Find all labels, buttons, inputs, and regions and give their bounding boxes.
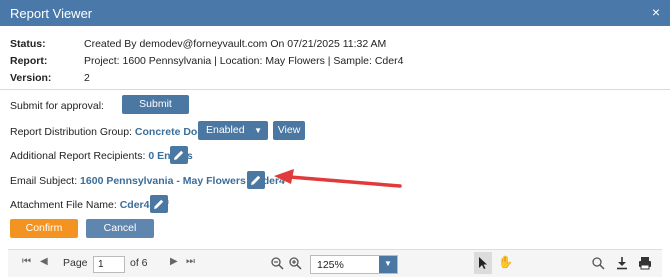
window-titlebar: Report Viewer × [0, 0, 670, 26]
status-label: Status: [10, 38, 46, 50]
pencil-icon [251, 175, 261, 185]
edit-attachment-button[interactable] [150, 195, 168, 213]
submit-button[interactable]: Submit [122, 95, 189, 114]
pencil-icon [174, 150, 184, 160]
pan-hand-icon[interactable]: ✋ [498, 255, 513, 269]
page-total: of 6 [130, 257, 148, 269]
version-value: 2 [84, 72, 90, 84]
report-value: Project: 1600 Pennsylvania | Location: M… [84, 55, 404, 67]
download-icon[interactable] [616, 256, 628, 270]
recipients-label: Additional Report Recipients: [10, 150, 146, 162]
caret-down-icon: ▼ [384, 259, 392, 268]
status-row: Status: Created By demodev@forneyvault.c… [10, 38, 410, 52]
print-icon[interactable] [638, 256, 652, 270]
recipients-row: Additional Report Recipients: 0 Entries [10, 150, 193, 162]
status-value: Created By demodev@forneyvault.com On 07… [84, 38, 387, 50]
page-label: Page [63, 257, 88, 269]
edit-recipients-button[interactable] [170, 146, 188, 164]
attachment-label: Attachment File Name: [10, 199, 117, 211]
caret-down-icon: ▼ [254, 126, 262, 135]
confirm-button[interactable]: Confirm [10, 219, 78, 238]
zoom-in-icon[interactable] [289, 257, 302, 270]
window-title: Report Viewer [10, 6, 93, 21]
version-row: Version: 2 [10, 72, 210, 86]
zoom-dropdown-button[interactable]: ▼ [379, 256, 397, 273]
select-pointer-icon[interactable] [474, 252, 492, 274]
email-subject-row: Email Subject: 1600 Pennsylvania - May F… [10, 175, 285, 187]
cancel-button[interactable]: Cancel [86, 219, 154, 238]
last-page-icon[interactable]: ⏭ [186, 256, 195, 267]
report-label: Report: [10, 55, 48, 67]
report-row: Report: Project: 1600 Pennsylvania | Loc… [10, 55, 510, 69]
distribution-row: Report Distribution Group: Concrete Doct… [10, 126, 223, 138]
distribution-select-value: Enabled [206, 124, 245, 136]
page-number-input[interactable]: 1 [93, 256, 125, 273]
edit-email-subject-button[interactable] [247, 171, 265, 189]
zoom-select[interactable]: 125% ▼ [310, 255, 398, 274]
version-label: Version: [10, 72, 52, 84]
submit-label: Submit for approval: [10, 100, 104, 112]
close-icon[interactable]: × [652, 4, 660, 20]
distribution-label: Report Distribution Group: [10, 126, 132, 138]
pencil-icon [154, 199, 164, 209]
prev-page-icon[interactable]: ◀ [40, 256, 48, 267]
first-page-icon[interactable]: ⏮ [22, 256, 31, 267]
distribution-status-select[interactable]: Enabled ▼ [198, 121, 268, 140]
view-button[interactable]: View [273, 121, 305, 140]
viewer-toolbar: ⏮ ◀ Page 1 of 6 ▶ ⏭ 125% ▼ ✋ [8, 249, 662, 277]
zoom-value: 125% [317, 259, 344, 271]
divider [0, 89, 670, 90]
zoom-out-icon[interactable] [271, 257, 284, 270]
attachment-row: Attachment File Name: Cder4.pdf [10, 199, 169, 211]
email-subject-label: Email Subject: [10, 175, 78, 187]
annotation-arrow [274, 169, 402, 188]
next-page-icon[interactable]: ▶ [170, 256, 178, 267]
search-icon[interactable] [592, 257, 605, 270]
